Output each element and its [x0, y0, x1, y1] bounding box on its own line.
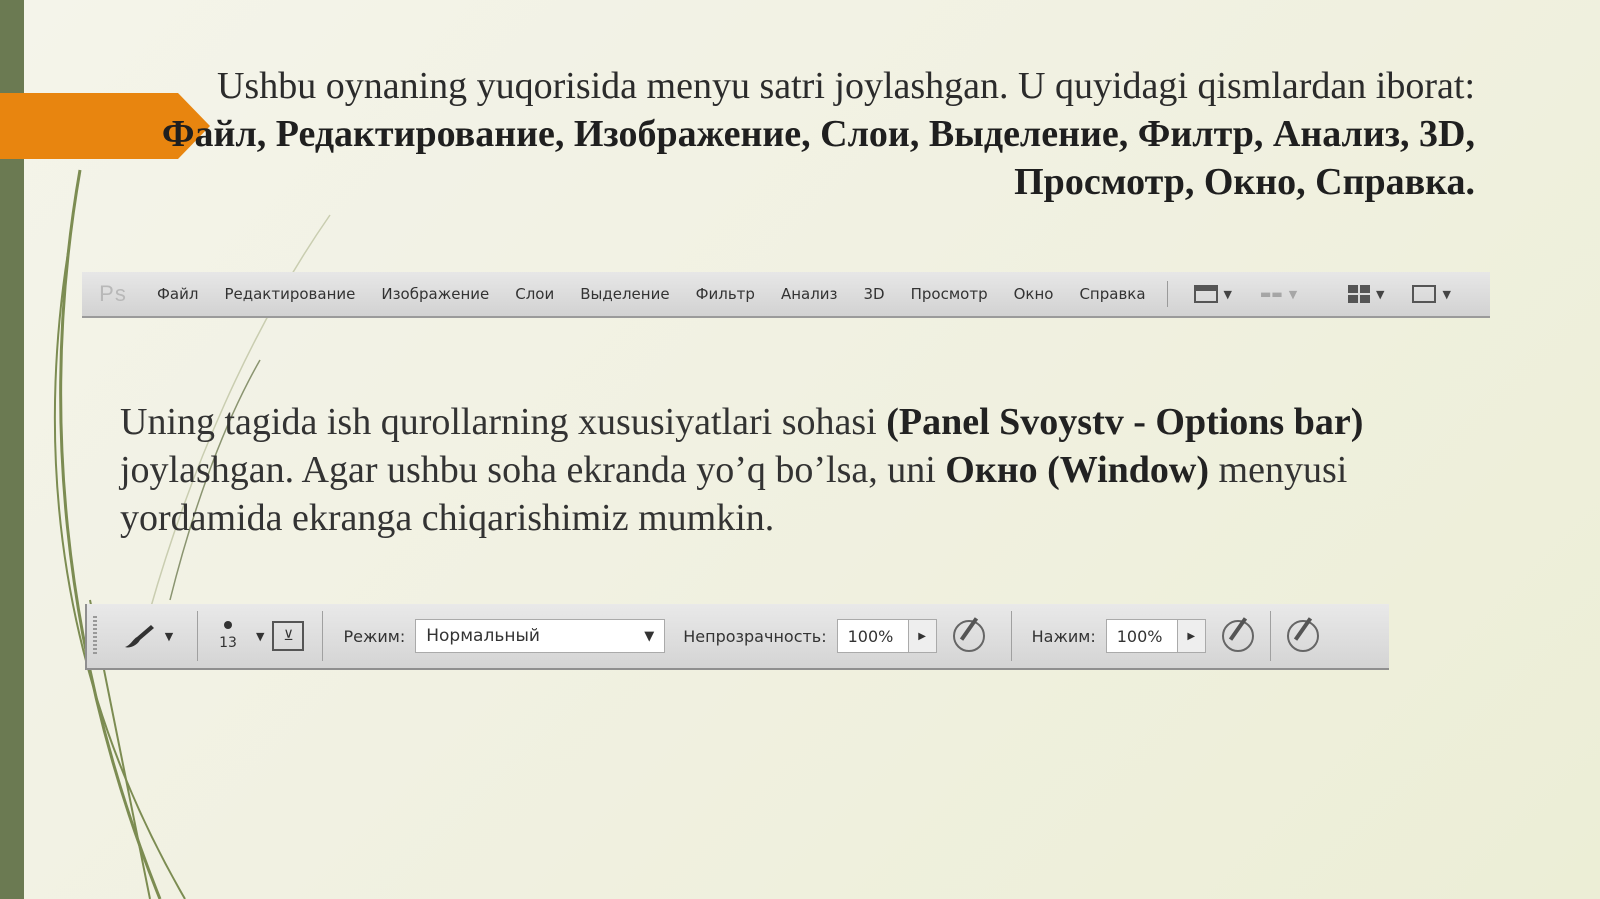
tablet-pressure-icon[interactable] [1286, 620, 1319, 652]
menu-file[interactable]: Файл [144, 285, 211, 303]
opacity-slider-toggle[interactable]: ▶ [908, 619, 937, 653]
brush-dot-icon [224, 621, 232, 629]
menu-filter[interactable]: Фильтр [683, 285, 768, 303]
menu-separator [1166, 281, 1168, 307]
menu-3d[interactable]: 3D [851, 285, 898, 303]
para-bold-1: (Panel Svoystv - Options bar) [886, 401, 1364, 443]
brush-panel-toggle-icon[interactable]: ⊻ [272, 621, 305, 651]
options-grip-handle[interactable] [93, 616, 97, 656]
mode-select[interactable]: Нормальный ▼ [415, 619, 666, 653]
chevron-down-icon: ▼ [644, 628, 655, 644]
para-text-1: Uning tagida ish qurollarning xususiyatl… [120, 401, 887, 443]
mode-value: Нормальный [426, 626, 540, 646]
menu-edit[interactable]: Редактирование [211, 285, 368, 303]
brush-size-dropdown[interactable]: ▼ [256, 630, 264, 643]
mode-label: Режим: [343, 626, 406, 646]
options-separator [1010, 611, 1012, 661]
zoom-dropdown-icon[interactable]: ▬▬ ▼ [1260, 287, 1320, 301]
brush-size-picker[interactable]: 13 [208, 621, 248, 651]
menu-window[interactable]: Окно [1001, 285, 1067, 303]
options-separator [1269, 611, 1271, 661]
options-separator [322, 611, 324, 661]
airbrush-icon[interactable] [1221, 620, 1254, 652]
menu-help[interactable]: Справка [1066, 285, 1158, 303]
heading-text: Ushbu oynaning yuqorisida menyu satri jo… [216, 65, 1475, 107]
menu-layers[interactable]: Слои [502, 285, 567, 303]
brush-size-value: 13 [219, 635, 237, 651]
tablet-opacity-icon[interactable] [952, 620, 985, 652]
pressure-label: Нажим: [1031, 626, 1096, 646]
photoshop-menubar: Ps Файл Редактирование Изображение Слои … [82, 272, 1490, 318]
menu-select[interactable]: Выделение [567, 285, 682, 303]
photoshop-options-bar: ▼ 13 ▼ ⊻ Режим: Нормальный ▼ Непрозрачно… [85, 604, 1389, 670]
pressure-field[interactable]: 100% [1105, 619, 1178, 653]
pressure-slider-toggle[interactable]: ▶ [1177, 619, 1206, 653]
para-text-2: joylashgan. Agar ushbu soha ekranda yo’q… [120, 449, 946, 491]
ps-logo: Ps [99, 281, 127, 306]
slide-heading: Ushbu oynaning yuqorisida menyu satri jo… [150, 62, 1475, 206]
para-bold-2: Окно (Window) [945, 449, 1210, 491]
slide-paragraph: Uning tagida ish qurollarning xususiyatl… [120, 398, 1450, 542]
brush-tool-preset[interactable]: ▼ [107, 621, 187, 651]
options-separator [197, 611, 198, 661]
chevron-down-icon: ▼ [164, 629, 174, 643]
heading-menu-list: Файл, Редактирование, Изображение, Слои,… [161, 113, 1475, 203]
screen-mode-icon[interactable]: ▼ [1412, 285, 1451, 303]
opacity-label: Непрозрачность: [683, 626, 827, 646]
window-layout-icon[interactable]: ▼ [1193, 285, 1232, 303]
menu-analysis[interactable]: Анализ [768, 285, 851, 303]
menu-image[interactable]: Изображение [368, 285, 502, 303]
arrange-icon[interactable]: ▼ [1348, 285, 1384, 303]
menu-view[interactable]: Просмотр [898, 285, 1001, 303]
brush-icon [124, 625, 154, 648]
opacity-field[interactable]: 100% [836, 619, 909, 653]
